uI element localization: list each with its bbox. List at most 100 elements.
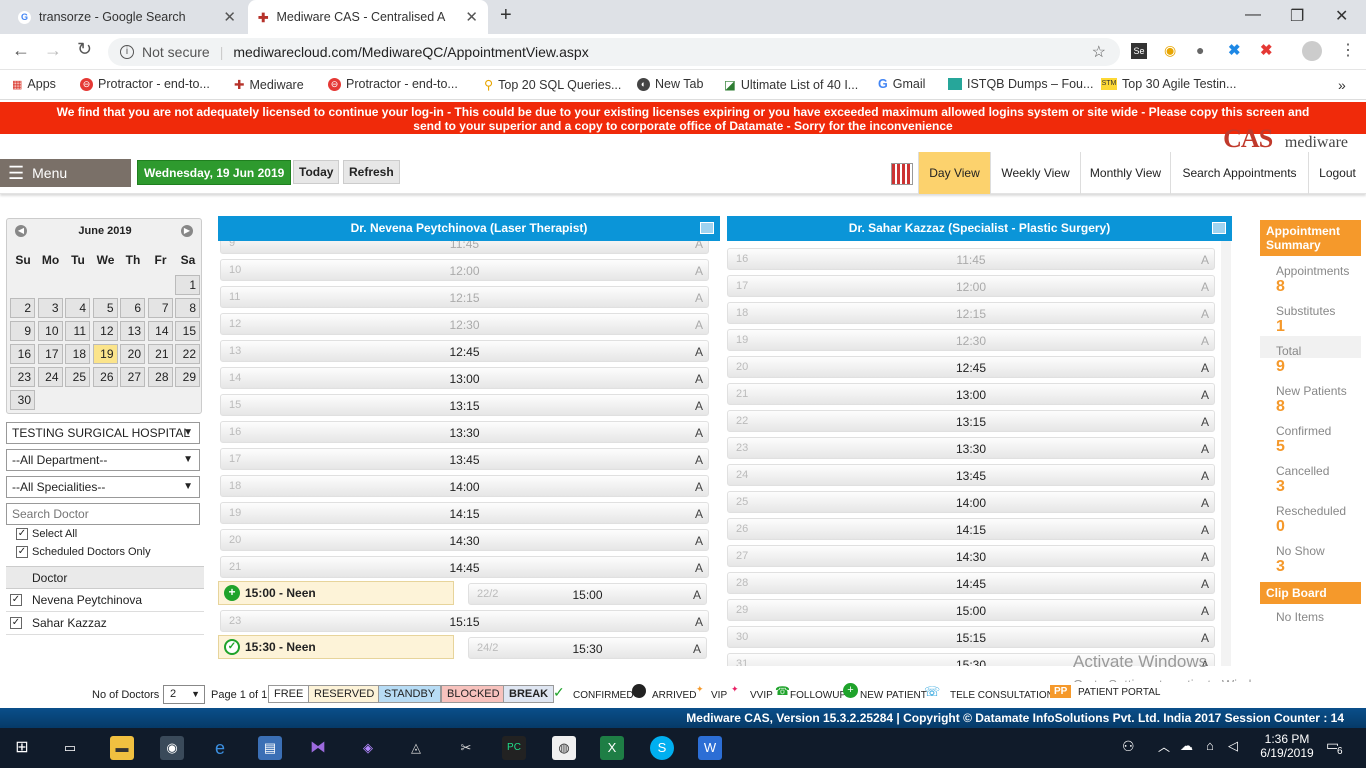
extension-icon[interactable]: ◉ [1164,42,1176,59]
calendar-day[interactable]: 20 [120,344,145,364]
calendar-icon[interactable] [700,222,714,234]
time-slot[interactable]: 20 14:30 A [220,529,709,551]
time-slot[interactable]: 21 14:45 A [220,556,709,578]
next-month-icon[interactable]: ▶ [181,225,193,237]
calendar-day[interactable]: 25 [65,367,90,387]
menu-button[interactable]: ☰ Menu [0,159,131,187]
time-slot[interactable]: 25 14:00 A [727,491,1215,513]
new-tab-icon[interactable]: + [500,4,512,27]
file-explorer-icon[interactable]: ▬ [110,736,134,760]
calendar-day[interactable]: 27 [120,367,145,387]
calendar-day[interactable]: 28 [147,367,173,387]
bookmark-istqb[interactable]: ISTQB Dumps – Fou... [948,77,1093,91]
calendar-day[interactable]: 30 [10,390,35,410]
time-slot[interactable]: 20 12:45 A [727,356,1215,378]
calendar-day[interactable]: 18 [65,344,90,364]
forward-icon[interactable]: → [44,40,62,61]
time-slot[interactable]: 28 14:45 A [727,572,1215,594]
calendar-day[interactable]: 16 [10,344,35,364]
task-view-icon[interactable]: ▭ [58,736,82,760]
calendar-day[interactable]: 21 [147,344,173,364]
bookmark-gmail[interactable]: G Gmail [878,77,925,91]
close-window-icon[interactable]: ✕ [1335,6,1348,26]
extension-icon[interactable]: Se [1131,43,1147,59]
calendar-day[interactable]: 3 [37,298,63,318]
select-all-checkbox[interactable]: ✓ Select All [16,528,77,540]
time-slot[interactable]: 24 13:45 A [727,464,1215,486]
calendar-day[interactable]: 11 [65,321,90,341]
calendar-day[interactable]: 2 [10,298,35,318]
department-select[interactable]: --All Department-- ▼ [6,449,200,471]
calendar-day[interactable]: 24 [37,367,63,387]
extension-icon[interactable]: ✖ [1228,41,1241,59]
time-slot[interactable]: 18 14:00 A [220,475,709,497]
app-icon[interactable]: ◈ [356,736,380,760]
extension-icon[interactable]: ● [1196,42,1204,58]
network-icon[interactable]: ⌂ [1206,738,1214,753]
more-icon[interactable]: ⋮ [1340,40,1356,60]
time-slot[interactable]: 18 12:15 A [727,302,1215,324]
bookmark-sql[interactable]: ⚲ Top 20 SQL Queries... [484,77,621,93]
calendar-day[interactable]: 6 [120,298,145,318]
time-slot[interactable]: 9 11:45 A [220,241,709,254]
time-slot[interactable]: 23 15:15 A [220,610,709,632]
time-slot[interactable]: 26 14:15 A [727,518,1215,540]
scrollbar[interactable] [1221,241,1231,666]
appointment-card[interactable]: +15:00 - Neen [218,581,454,605]
time-slot[interactable]: 11 12:15 A [220,286,709,308]
maximize-icon[interactable]: ❐ [1290,6,1304,26]
back-icon[interactable]: ← [12,40,30,61]
tab-day-view[interactable]: Day View [918,152,990,194]
volume-icon[interactable]: ◁ [1228,738,1238,754]
bookmark-apps[interactable]: ▦ Apps [12,77,56,91]
time-slot[interactable]: 27 14:30 A [727,545,1215,567]
speciality-select[interactable]: --All Specialities-- ▼ [6,476,200,498]
calendar-day[interactable]: 7 [147,298,173,318]
calendar-day[interactable]: 14 [147,321,173,341]
time-slot[interactable]: 16 13:30 A [220,421,709,443]
app-icon[interactable]: ◬ [404,736,428,760]
minimize-icon[interactable]: — [1245,6,1261,24]
cloud-icon[interactable]: ☁ [1180,738,1193,754]
chevron-up-icon[interactable]: ︿ [1158,738,1170,755]
time-slot[interactable]: 17 12:00 A [727,275,1215,297]
bookmark-protractor-2[interactable]: ⊖ Protractor - end-to... [328,77,458,91]
tab-search-appointments[interactable]: Search Appointments [1170,152,1308,194]
appointment-card[interactable]: ✓ 15:30 - Neen [218,635,454,659]
time-slot[interactable]: 14 13:00 A [220,367,709,389]
time-slot[interactable]: 19 14:15 A [220,502,709,524]
calendar-day[interactable]: 5 [92,298,118,318]
tab-monthly-view[interactable]: Monthly View [1080,152,1170,194]
bookmark-protractor[interactable]: ⊖ Protractor - end-to... [80,77,210,91]
refresh-button[interactable]: Refresh [343,160,400,184]
time-slot[interactable]: 13 12:45 A [220,340,709,362]
grid-view-icon[interactable] [891,163,913,185]
calendar-day[interactable]: 23 [10,367,35,387]
close-icon[interactable]: ✕ [465,8,478,26]
pycharm-icon[interactable]: PC [502,736,526,760]
calendar-day[interactable]: 12 [92,321,118,341]
bookmark-ultimate-list[interactable]: ◪ Ultimate List of 40 I... [724,77,858,93]
time-slot[interactable]: 16 11:45 A [727,248,1215,270]
checkbox-checked-icon[interactable]: ✓ [10,594,22,606]
calendar-day[interactable]: 15 [175,321,200,341]
calendar-day[interactable]: 29 [175,367,200,387]
time-slot[interactable]: 30 15:15 A [727,626,1215,648]
internet-explorer-icon[interactable]: e [208,736,232,760]
time-slot[interactable]: 24/2 15:30 A [468,637,707,659]
calendar-icon[interactable] [1212,222,1226,234]
tab-google-search[interactable]: G transorze - Google Search ✕ [8,0,246,34]
calendar-day[interactable]: 22 [175,344,200,364]
calendar-day[interactable]: 8 [175,298,200,318]
time-slot[interactable]: 19 12:30 A [727,329,1215,351]
clock[interactable]: 1:36 PM 6/19/2019 [1256,732,1318,760]
chrome-icon[interactable]: ◉ [160,736,184,760]
calendar-day[interactable]: 10 [37,321,63,341]
url-field[interactable]: i Not secure | mediwarecloud.com/Mediwar… [108,38,1120,66]
time-slot[interactable]: 10 12:00 A [220,259,709,281]
bookmark-agile[interactable]: STM Top 30 Agile Testin... [1101,77,1236,91]
star-icon[interactable]: ☆ [1092,42,1106,62]
windows-start-icon[interactable]: ⊞ [10,736,34,760]
calendar-day[interactable]: 1 [175,275,200,295]
no-of-doctors-select[interactable]: 2 ▼ [163,685,205,704]
